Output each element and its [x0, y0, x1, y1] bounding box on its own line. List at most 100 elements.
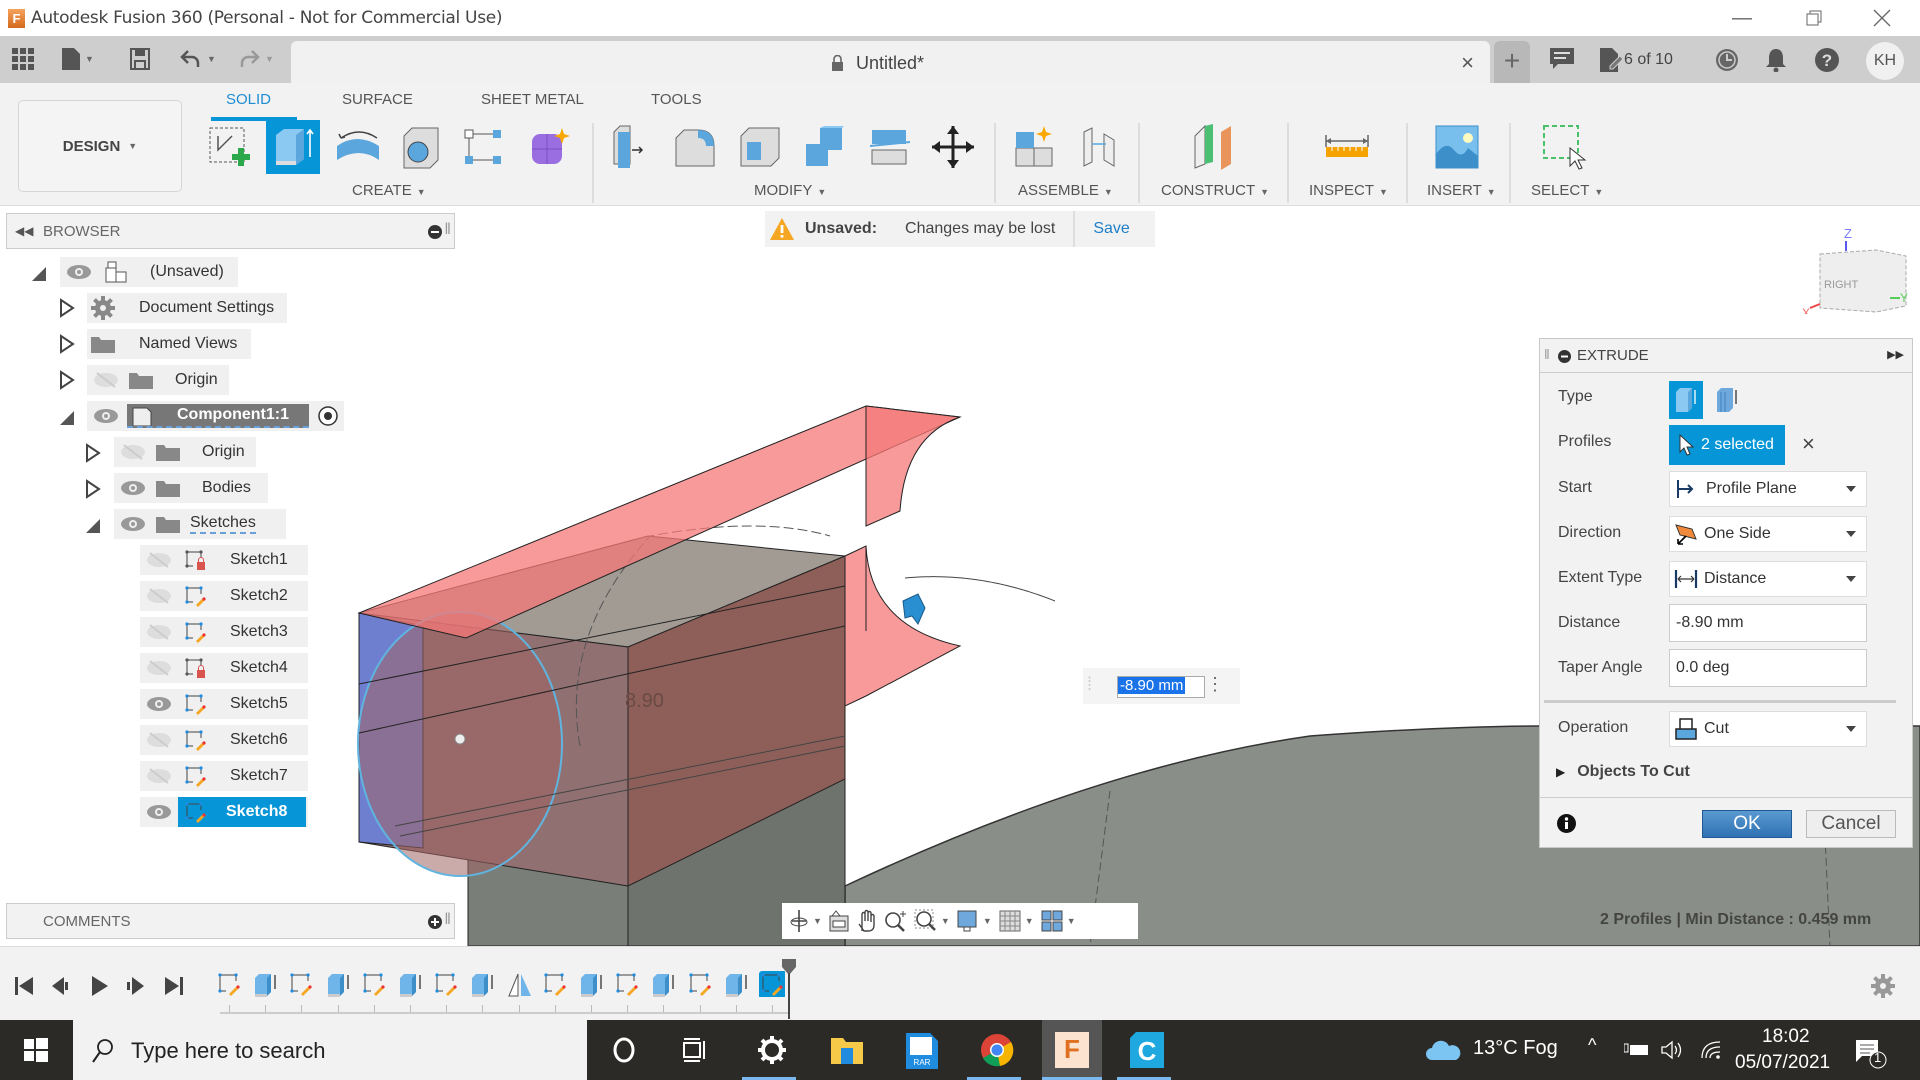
ok-button[interactable]: OK [1702, 810, 1792, 838]
eye-icon[interactable] [120, 480, 146, 496]
distance-manipulator-input[interactable]: ⁞ -8.90 mm ⋮ [1083, 668, 1240, 704]
split-body-button[interactable] [862, 120, 916, 174]
play-button[interactable] [88, 975, 110, 997]
objects-to-cut-toggle[interactable]: ▶ Objects To Cut [1556, 763, 1690, 781]
volume-icon[interactable] [1660, 1040, 1684, 1060]
go-to-end-button[interactable] [163, 975, 185, 997]
tab-sheet-metal[interactable]: SHEET METAL [481, 91, 584, 108]
assemble-menu[interactable]: ASSEMBLE ▼ [1018, 182, 1113, 199]
modify-menu[interactable]: MODIFY ▼ [754, 182, 826, 199]
insert-menu[interactable]: INSERT ▼ [1427, 182, 1496, 199]
revolve-button[interactable] [331, 120, 385, 174]
profiles-selection-button[interactable]: 2 selected [1669, 425, 1785, 465]
minus-circle-icon[interactable] [1558, 350, 1571, 363]
construct-plane-button[interactable] [1187, 120, 1241, 174]
info-icon[interactable] [1557, 814, 1576, 833]
tree-item-sketch[interactable]: Sketch1 [140, 545, 308, 575]
eye-hidden-icon[interactable] [146, 660, 172, 676]
expand-toggle[interactable] [58, 334, 76, 354]
tree-item-origin[interactable]: Origin [87, 365, 229, 395]
timeline-feature-sketch[interactable] [288, 971, 314, 997]
timeline-feature-extrude[interactable] [723, 971, 749, 997]
action-center-button[interactable]: 1 [1854, 1038, 1888, 1075]
document-tab[interactable]: Untitled* × [291, 41, 1490, 83]
winrar-app[interactable]: RAR [892, 1020, 952, 1080]
timeline-feature-sketch[interactable] [433, 971, 459, 997]
comments-button[interactable] [1550, 48, 1574, 76]
expand-toggle[interactable] [30, 263, 48, 283]
panel-resize-handle[interactable]: ‖ [444, 911, 451, 929]
timeline-feature-sketch[interactable] [216, 971, 242, 997]
timeline-feature-sketch[interactable] [687, 971, 713, 997]
tree-item-sketch[interactable]: Sketch6 [140, 725, 308, 755]
press-pull-button[interactable] [604, 120, 658, 174]
fit-button[interactable]: ▼ [914, 909, 950, 933]
create-form-button[interactable] [522, 120, 576, 174]
shell-button[interactable] [733, 120, 787, 174]
timeline-feature-extrude[interactable] [650, 971, 676, 997]
select-button[interactable] [1538, 120, 1592, 174]
extent-type-select[interactable]: Distance [1669, 561, 1867, 597]
go-to-start-button[interactable] [13, 975, 35, 997]
save-quick-button[interactable] [130, 46, 150, 72]
cancel-button[interactable]: Cancel [1806, 810, 1896, 838]
inspect-menu[interactable]: INSPECT ▼ [1309, 182, 1388, 199]
close-window-button[interactable] [1852, 0, 1912, 36]
create-menu[interactable]: CREATE ▼ [352, 182, 426, 199]
pattern-button[interactable] [457, 120, 511, 174]
clock-time[interactable]: 18:02 [1762, 1026, 1810, 1048]
show-hidden-icons-button[interactable]: ^ [1588, 1035, 1596, 1056]
timeline-feature-extrude[interactable] [397, 971, 423, 997]
add-comment-icon[interactable] [428, 915, 442, 929]
joint-button[interactable] [1072, 120, 1126, 174]
eye-hidden-icon[interactable] [146, 552, 172, 568]
distance-value-field[interactable]: -8.90 mm [1117, 676, 1205, 698]
tree-item-component[interactable]: Component1:1 [87, 401, 344, 431]
minus-circle-icon[interactable] [428, 225, 442, 239]
user-avatar[interactable]: KH [1866, 42, 1904, 80]
new-component-button[interactable] [1008, 120, 1062, 174]
settings-app[interactable] [742, 1020, 802, 1080]
timeline-marker[interactable] [780, 959, 798, 1019]
eye-hidden-icon[interactable] [93, 372, 119, 388]
expand-dialog-button[interactable]: ▶▶ [1887, 348, 1904, 361]
drag-handle[interactable]: ⁞ [1087, 674, 1092, 695]
close-tab-button[interactable]: × [1461, 50, 1474, 76]
extrude-button[interactable] [266, 120, 320, 174]
operation-select[interactable]: Cut [1669, 711, 1867, 747]
select-menu[interactable]: SELECT ▼ [1531, 182, 1603, 199]
extrude-dialog-header[interactable]: ‖ EXTRUDE ▶▶ [1540, 339, 1912, 373]
activate-radio-icon[interactable] [317, 405, 339, 427]
tree-item-sketch[interactable]: Sketch8 [140, 797, 308, 827]
distance-input[interactable]: -8.90 mm [1669, 604, 1867, 642]
new-tab-button[interactable]: + [1494, 41, 1530, 83]
expand-toggle[interactable] [84, 515, 102, 535]
construct-menu[interactable]: CONSTRUCT ▼ [1161, 182, 1269, 199]
more-options-icon[interactable]: ⋮ [1206, 674, 1224, 695]
expand-toggle[interactable] [84, 443, 102, 463]
view-cube[interactable]: Z RIGHT X Y [1800, 224, 1910, 314]
timeline-feature-extrude[interactable] [578, 971, 604, 997]
tree-item-sketch[interactable]: Sketch5 [140, 689, 308, 719]
ccleaner-app[interactable]: C [1117, 1020, 1177, 1080]
cortana-button[interactable] [594, 1020, 654, 1080]
start-select[interactable]: Profile Plane [1669, 471, 1867, 507]
expand-toggle[interactable] [84, 479, 102, 499]
fillet-button[interactable] [668, 120, 722, 174]
move-copy-button[interactable] [926, 120, 980, 174]
insert-image-button[interactable] [1430, 120, 1484, 174]
weather-text[interactable]: 13°C Fog [1473, 1037, 1558, 1060]
eye-icon[interactable] [120, 516, 146, 532]
viewports-button[interactable]: ▼ [1040, 909, 1076, 933]
timeline-feature-sketch[interactable] [542, 971, 568, 997]
timeline-feature-extrude[interactable] [469, 971, 495, 997]
type-thin-option[interactable] [1710, 381, 1744, 419]
minimize-button[interactable]: — [1712, 0, 1772, 36]
fusion-360-app[interactable]: F [1042, 1020, 1102, 1080]
tree-item-root[interactable]: (Unsaved) [60, 257, 238, 287]
panel-resize-handle[interactable]: ‖ [444, 221, 451, 239]
timeline-feature-sketch[interactable] [361, 971, 387, 997]
collapse-browser-button[interactable]: ◀◀ [15, 224, 33, 238]
hole-button[interactable] [394, 120, 448, 174]
display-settings-button[interactable]: ▼ [956, 909, 992, 933]
